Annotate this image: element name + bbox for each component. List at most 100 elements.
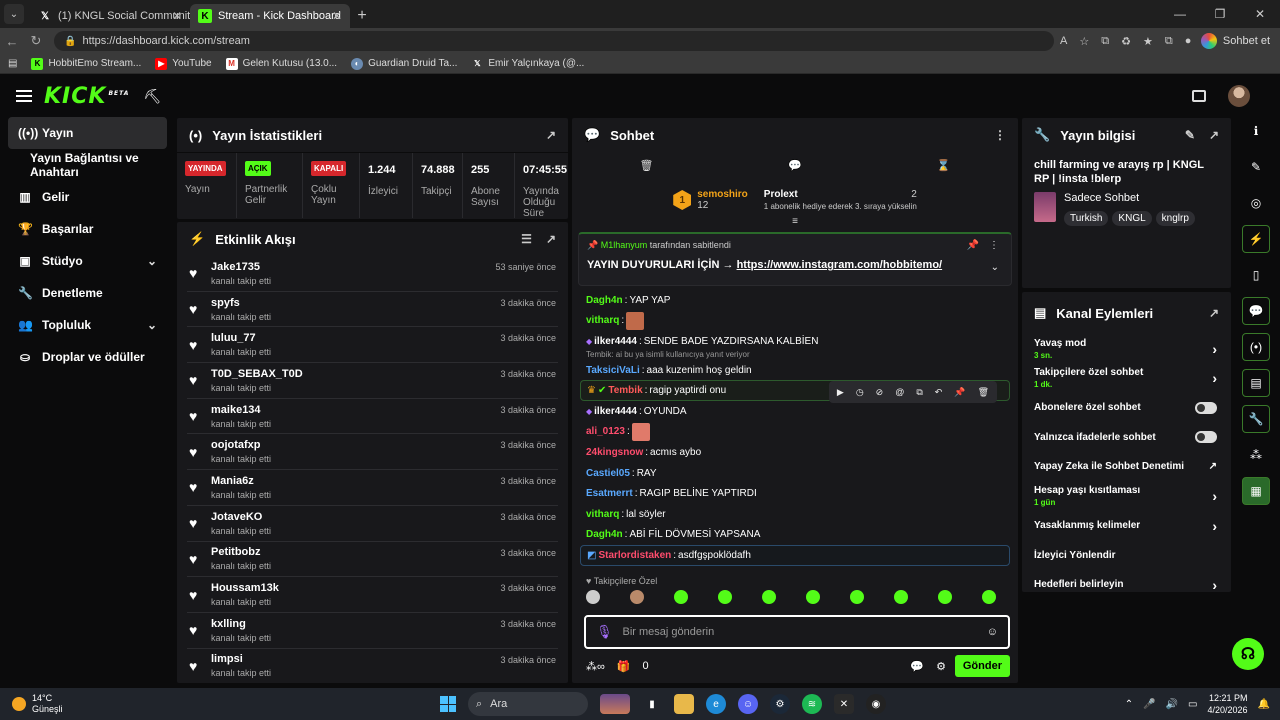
broadcast-icon[interactable]: (•) bbox=[1242, 333, 1270, 361]
windows-start-icon[interactable] bbox=[440, 696, 456, 712]
emoji-icon[interactable]: ☺ bbox=[987, 626, 998, 638]
sidebar-item-achievements[interactable]: 🏆 Başarılar bbox=[8, 213, 167, 245]
pinned-link[interactable]: https://www.instagram.com/hobbitemo/ bbox=[737, 259, 943, 271]
chat-message[interactable]: vitharq: lal söyler bbox=[586, 504, 1004, 525]
spotify-icon[interactable]: ≋ bbox=[802, 694, 822, 714]
event-username[interactable]: luluu_77 bbox=[211, 332, 271, 344]
chat-message[interactable]: ali_0123: bbox=[586, 422, 1004, 443]
extensions-icon[interactable]: ⧉ bbox=[1101, 35, 1109, 48]
steam-icon[interactable]: ⚙ bbox=[770, 694, 790, 714]
chat-username[interactable]: Tembik bbox=[608, 385, 642, 396]
sidebar-item-drops[interactable]: ⛀ Droplar ve ödüller bbox=[8, 341, 167, 373]
ban-icon[interactable]: ⊘ bbox=[876, 387, 884, 398]
more-vertical-icon[interactable]: ⋮ bbox=[994, 128, 1006, 142]
event-username[interactable]: Jake1735 bbox=[211, 261, 271, 273]
microphone-icon[interactable]: 🎤 bbox=[1143, 699, 1155, 710]
chat-username[interactable]: Starlordistaken bbox=[598, 550, 671, 561]
window-close-button[interactable]: ✕ bbox=[1240, 0, 1280, 28]
lightning-icon[interactable]: ⚡ bbox=[1242, 225, 1270, 253]
copy-icon[interactable]: ⧉ bbox=[916, 387, 922, 398]
bookmark-youtube[interactable]: ▶ YouTube bbox=[155, 57, 212, 70]
discord-icon[interactable]: ☺ bbox=[738, 694, 758, 714]
pin-icon[interactable]: 📌 bbox=[954, 387, 965, 398]
widgets-icon[interactable] bbox=[600, 694, 630, 714]
new-tab-button[interactable]: + bbox=[350, 4, 374, 28]
chat-message[interactable]: Esatmerrt: RAGIP BELİNE YAPTIRDI bbox=[586, 483, 1004, 504]
profile-icon[interactable]: ● bbox=[1185, 35, 1192, 47]
points-icon[interactable]: ⁂∞ bbox=[586, 660, 605, 673]
event-username[interactable]: Petitbobz bbox=[211, 546, 271, 558]
clock[interactable]: 12:21 PM 4/20/2026 bbox=[1208, 692, 1248, 716]
emote[interactable] bbox=[806, 589, 820, 604]
toggle-switch[interactable] bbox=[1195, 431, 1217, 444]
url-field[interactable]: 🔒 https://dashboard.kick.com/stream bbox=[54, 31, 1054, 51]
gift-icon[interactable]: 🎁 bbox=[617, 660, 631, 673]
tab-kick-dashboard[interactable]: K Stream - Kick Dashboard ✕ bbox=[190, 4, 350, 28]
unpin-icon[interactable]: 📌 bbox=[967, 240, 979, 251]
chat-username[interactable]: Esatmerrt bbox=[586, 488, 633, 499]
sidebar-item-stream-key[interactable]: Yayın Bağlantısı ve Anahtarı bbox=[8, 149, 167, 181]
obs-icon[interactable]: ◉ bbox=[866, 694, 886, 714]
pickaxe-icon[interactable]: ⛏ bbox=[143, 88, 161, 105]
chat-username[interactable]: 24kingsnow bbox=[586, 447, 643, 458]
event-username[interactable]: T0D_SEBAX_T0D bbox=[211, 368, 303, 380]
tv-icon[interactable] bbox=[1192, 90, 1206, 102]
chat-message[interactable]: ◩ Starlordistaken: asdfgşpoklödafh bbox=[580, 545, 1010, 566]
channel-action-item[interactable]: İzleyici Yönlendir bbox=[1022, 541, 1231, 571]
settings-gear-icon[interactable]: ⚙ bbox=[936, 660, 946, 673]
mention-icon[interactable]: @ bbox=[895, 387, 904, 397]
timeout-icon[interactable]: ◷ bbox=[856, 387, 864, 398]
emote[interactable] bbox=[718, 589, 732, 604]
chat-input[interactable]: 🎙 Bir mesaj gönderin ☺ bbox=[584, 615, 1010, 649]
studio-icon[interactable]: ▦ bbox=[1242, 477, 1270, 505]
channel-action-item[interactable]: Takipçilere özel sohbet 1 dk. › bbox=[1022, 364, 1231, 394]
menu-icon[interactable] bbox=[16, 90, 32, 102]
info-icon[interactable]: ℹ bbox=[1242, 117, 1270, 145]
chat-username[interactable]: TaksiciVaLi bbox=[586, 365, 640, 376]
wrench-icon[interactable]: 🔧 bbox=[1242, 405, 1270, 433]
camera-icon[interactable]: ◎ bbox=[1242, 189, 1270, 217]
chat-message[interactable]: TaksiciVaLi: aaa kuzenim hoş geldin bbox=[586, 360, 1004, 381]
favorite-star-icon[interactable]: ☆ bbox=[1079, 35, 1089, 48]
channel-icon[interactable]: ▤ bbox=[1242, 369, 1270, 397]
help-button[interactable]: ☊ bbox=[1232, 638, 1264, 670]
channel-action-item[interactable]: Hedefleri belirleyin › bbox=[1022, 570, 1231, 600]
emote[interactable] bbox=[674, 589, 688, 604]
event-username[interactable]: spyfs bbox=[211, 297, 271, 309]
send-button[interactable]: Gönder bbox=[954, 655, 1010, 677]
popout-icon[interactable]: ↗ bbox=[546, 128, 556, 142]
edge-icon[interactable]: e bbox=[706, 694, 726, 714]
copilot-button[interactable]: Sohbet et bbox=[1200, 31, 1270, 51]
popout-icon[interactable]: ↗ bbox=[1209, 128, 1219, 142]
event-username[interactable]: JotaveKO bbox=[211, 511, 271, 523]
event-username[interactable]: Houssam13k bbox=[211, 582, 279, 594]
event-username[interactable]: maike134 bbox=[211, 404, 271, 416]
chat-username[interactable]: Dagh4n bbox=[586, 295, 623, 306]
tab-kngl-x[interactable]: 𝕏 (1) KNGL Social Community / X ✕ bbox=[30, 4, 190, 28]
microphone-icon[interactable]: 🎙 bbox=[596, 624, 613, 640]
emote[interactable] bbox=[762, 589, 776, 604]
chat-message[interactable]: ◆ ilker4444: OYUNDA bbox=[586, 401, 1004, 422]
chat-username[interactable]: vitharq bbox=[586, 315, 619, 326]
channel-action-item[interactable]: Abonelere özel sohbet bbox=[1022, 393, 1231, 423]
chat-username[interactable]: Dagh4n bbox=[586, 529, 623, 540]
split-screen-icon[interactable]: ⧉ bbox=[1165, 35, 1173, 48]
hourglass-icon[interactable]: ⌛ bbox=[937, 159, 951, 172]
notifications-icon[interactable]: 🔔 bbox=[1258, 699, 1270, 710]
chat-message[interactable]: Dagh4n: ABİ FİL DÖVMESİ YAPSANA bbox=[586, 525, 1004, 546]
event-username[interactable]: Mania6z bbox=[211, 475, 271, 487]
chat-username[interactable]: Castiel05 bbox=[586, 468, 630, 479]
event-username[interactable]: kxlling bbox=[211, 618, 271, 630]
trash-icon[interactable]: 🗑 bbox=[639, 159, 653, 172]
bookmark-guardian-druid[interactable]: ◐ Guardian Druid Ta... bbox=[351, 57, 457, 70]
bookmark-hobbitemo[interactable]: K HobbitEmo Stream... bbox=[31, 57, 141, 70]
read-aloud-icon[interactable]: A bbox=[1060, 35, 1067, 47]
sidebar-item-community[interactable]: 👥 Topluluk ⌄ bbox=[8, 309, 167, 341]
emote[interactable] bbox=[938, 589, 952, 604]
event-username[interactable]: limpsi bbox=[211, 653, 271, 665]
kick-logo[interactable]: KICK BETA bbox=[44, 84, 129, 109]
chat-message[interactable]: Castiel05: RAY bbox=[586, 463, 1004, 484]
weather-widget[interactable]: 14°C Güneşli bbox=[12, 693, 63, 715]
edit-icon[interactable]: ✎ bbox=[1185, 128, 1195, 142]
chevron-down-icon[interactable]: ⌄ bbox=[991, 262, 999, 273]
